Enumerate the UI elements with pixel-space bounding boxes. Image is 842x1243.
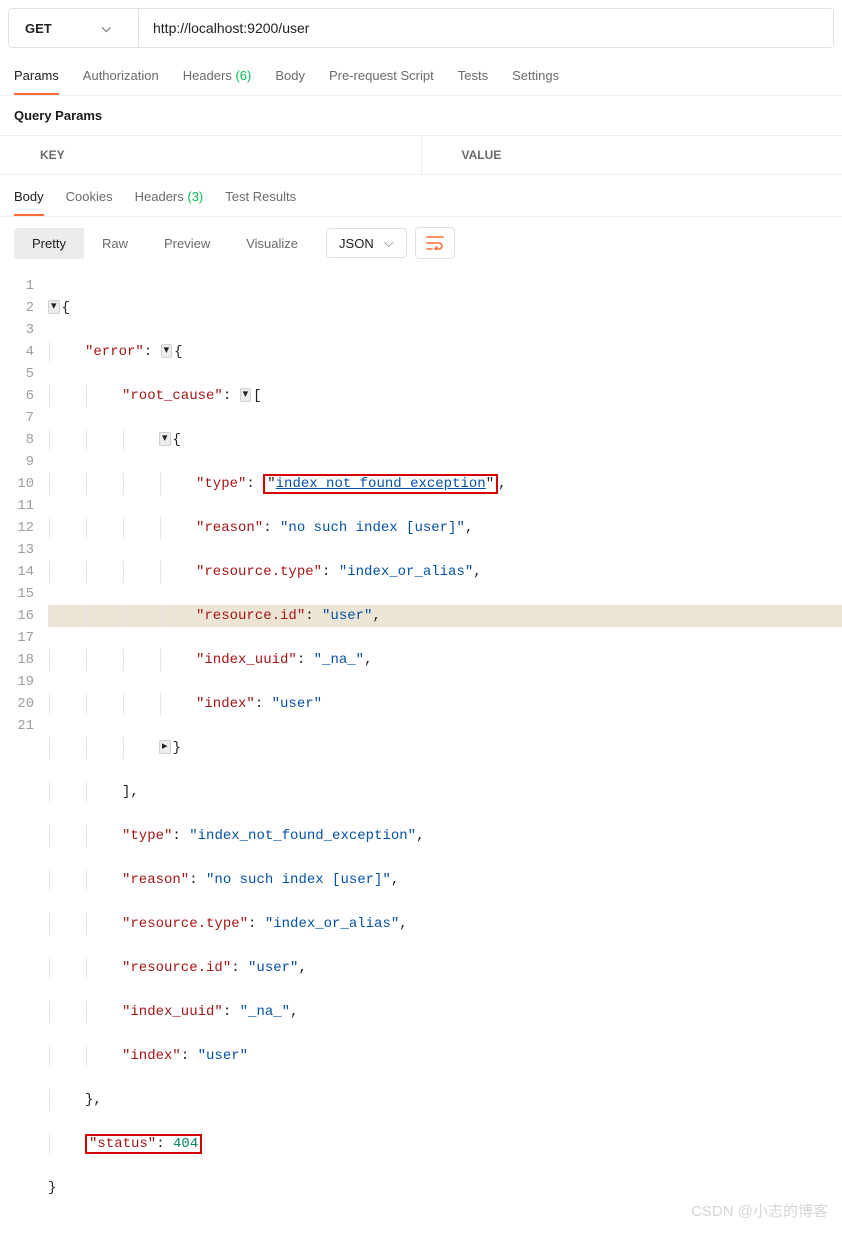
chevron-down-icon: ⌵	[102, 21, 111, 36]
tab-body[interactable]: Body	[275, 68, 305, 95]
wrap-lines-button[interactable]	[415, 227, 455, 259]
resp-tab-test-results[interactable]: Test Results	[225, 189, 296, 216]
request-bar: GET ⌵	[8, 8, 834, 48]
view-segment: Pretty Raw Preview Visualize	[14, 228, 316, 259]
fold-icon[interactable]: ▾	[48, 300, 60, 314]
tab-headers[interactable]: Headers (6)	[183, 68, 252, 95]
kv-header: KEY VALUE	[0, 135, 842, 175]
tab-params[interactable]: Params	[14, 68, 59, 95]
view-raw[interactable]: Raw	[84, 228, 146, 259]
fold-icon[interactable]: ▾	[159, 432, 171, 446]
wrap-icon	[426, 236, 444, 250]
value-column: VALUE	[421, 136, 842, 174]
line-gutter: 123456789101112131415161718192021	[0, 275, 48, 1243]
tab-prerequest[interactable]: Pre-request Script	[329, 68, 434, 95]
request-tabs: Params Authorization Headers (6) Body Pr…	[0, 56, 842, 96]
method-label: GET	[25, 21, 52, 36]
fold-icon[interactable]: ▾	[161, 344, 173, 358]
format-select[interactable]: JSON ⌵	[326, 228, 407, 258]
view-preview[interactable]: Preview	[146, 228, 228, 259]
tab-authorization[interactable]: Authorization	[83, 68, 159, 95]
resp-tab-body[interactable]: Body	[14, 189, 44, 216]
method-select[interactable]: GET ⌵	[9, 9, 139, 47]
response-body: 123456789101112131415161718192021 ▾{ "er…	[0, 269, 842, 1243]
view-row: Pretty Raw Preview Visualize JSON ⌵	[0, 217, 842, 269]
tab-settings[interactable]: Settings	[512, 68, 559, 95]
resp-tab-cookies[interactable]: Cookies	[66, 189, 113, 216]
key-column: KEY	[0, 136, 421, 174]
view-pretty[interactable]: Pretty	[14, 228, 84, 259]
chevron-down-icon: ⌵	[384, 235, 394, 251]
fold-icon[interactable]: ▾	[240, 388, 252, 402]
fold-icon[interactable]: ▸	[159, 740, 171, 754]
url-input[interactable]	[139, 9, 833, 47]
format-label: JSON	[339, 236, 374, 251]
query-params-label: Query Params	[0, 96, 842, 135]
response-tabs: Body Cookies Headers (3) Test Results	[0, 175, 842, 217]
resp-tab-headers[interactable]: Headers (3)	[135, 189, 204, 216]
tab-tests[interactable]: Tests	[458, 68, 488, 95]
code-content[interactable]: ▾{ "error": ▾{ "root_cause": ▾[ ▾{ "type…	[48, 275, 842, 1243]
view-visualize[interactable]: Visualize	[228, 228, 316, 259]
